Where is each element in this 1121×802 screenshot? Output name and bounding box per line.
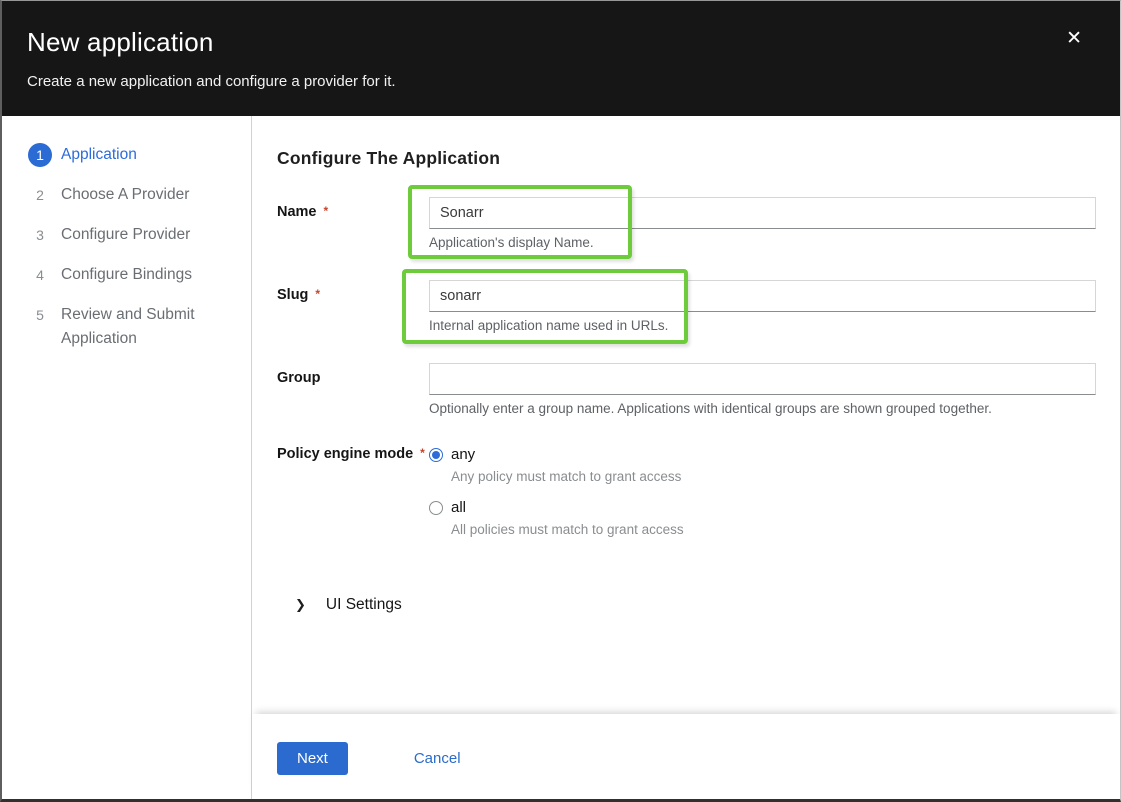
wizard-step-choose-provider[interactable]: 2 Choose A Provider bbox=[28, 183, 241, 207]
name-field-control: Application's display Name. bbox=[429, 197, 1096, 250]
group-field-control: Optionally enter a group name. Applicati… bbox=[429, 363, 1096, 416]
policy-engine-mode-control: any Any policy must match to grant acces… bbox=[429, 446, 1096, 552]
page-title: Configure The Application bbox=[277, 148, 1096, 169]
slug-field-control: Internal application name used in URLs. bbox=[429, 280, 1096, 333]
slug-input[interactable] bbox=[429, 280, 1096, 312]
ui-settings-label: UI Settings bbox=[326, 596, 402, 614]
policy-any-help-text: Any policy must match to grant access bbox=[451, 469, 1096, 484]
step-number-badge: 3 bbox=[28, 223, 52, 247]
policy-engine-mode-label: Policy engine mode* bbox=[277, 446, 429, 552]
step-number-badge: 2 bbox=[28, 183, 52, 207]
radio-unselected-icon[interactable] bbox=[429, 501, 443, 515]
policy-mode-any-radio[interactable]: any bbox=[429, 446, 1096, 463]
wizard-step-review-submit[interactable]: 5 Review and Submit Application bbox=[28, 303, 241, 351]
name-field-row: Name* Application's display Name. bbox=[277, 197, 1096, 250]
policy-engine-mode-row: Policy engine mode* any Any policy must … bbox=[277, 446, 1096, 552]
policy-all-help-text: All policies must match to grant access bbox=[451, 522, 1096, 537]
step-number-badge: 4 bbox=[28, 263, 52, 287]
modal-subtitle: Create a new application and configure a… bbox=[27, 73, 1084, 90]
wizard-step-configure-bindings[interactable]: 4 Configure Bindings bbox=[28, 263, 241, 287]
radio-label: any bbox=[451, 446, 475, 463]
name-help-text: Application's display Name. bbox=[429, 235, 1096, 250]
slug-field-label: Slug* bbox=[277, 280, 429, 333]
wizard-step-configure-provider[interactable]: 3 Configure Provider bbox=[28, 223, 241, 247]
step-label: Choose A Provider bbox=[61, 183, 189, 207]
modal-title: New application bbox=[27, 27, 1084, 58]
radio-label: all bbox=[451, 499, 466, 516]
group-field-label: Group bbox=[277, 363, 429, 416]
step-label: Configure Provider bbox=[61, 223, 190, 247]
required-asterisk: * bbox=[420, 446, 425, 460]
modal-body: 1 Application 2 Choose A Provider 3 Conf… bbox=[2, 116, 1120, 802]
step-number-badge: 1 bbox=[28, 143, 52, 167]
group-field-row: Group Optionally enter a group name. App… bbox=[277, 363, 1096, 416]
modal-footer: Next Cancel bbox=[252, 714, 1120, 802]
radio-selected-icon[interactable] bbox=[429, 448, 443, 462]
policy-mode-all-radio[interactable]: all bbox=[429, 499, 1096, 516]
step-label: Application bbox=[61, 143, 137, 167]
group-input[interactable] bbox=[429, 363, 1096, 395]
modal-header: New application Create a new application… bbox=[2, 1, 1120, 116]
close-icon[interactable]: ✕ bbox=[1066, 29, 1082, 48]
step-label: Configure Bindings bbox=[61, 263, 192, 287]
required-asterisk: * bbox=[324, 204, 329, 218]
next-button[interactable]: Next bbox=[277, 742, 348, 775]
new-application-modal: New application Create a new application… bbox=[0, 0, 1121, 802]
slug-help-text: Internal application name used in URLs. bbox=[429, 318, 1096, 333]
group-help-text: Optionally enter a group name. Applicati… bbox=[429, 401, 1096, 416]
required-asterisk: * bbox=[315, 287, 320, 301]
slug-field-row: Slug* Internal application name used in … bbox=[277, 280, 1096, 333]
cancel-button[interactable]: Cancel bbox=[414, 742, 461, 775]
name-field-label: Name* bbox=[277, 197, 429, 250]
ui-settings-expander[interactable]: ❯ UI Settings bbox=[295, 596, 1096, 614]
wizard-steps-sidebar: 1 Application 2 Choose A Provider 3 Conf… bbox=[2, 116, 252, 802]
step-label: Review and Submit Application bbox=[61, 303, 216, 351]
name-input[interactable] bbox=[429, 197, 1096, 229]
chevron-right-icon: ❯ bbox=[295, 597, 306, 613]
wizard-step-application[interactable]: 1 Application bbox=[28, 143, 241, 167]
application-form-panel: Configure The Application Name* Applicat… bbox=[252, 116, 1120, 802]
step-number-badge: 5 bbox=[28, 303, 52, 327]
